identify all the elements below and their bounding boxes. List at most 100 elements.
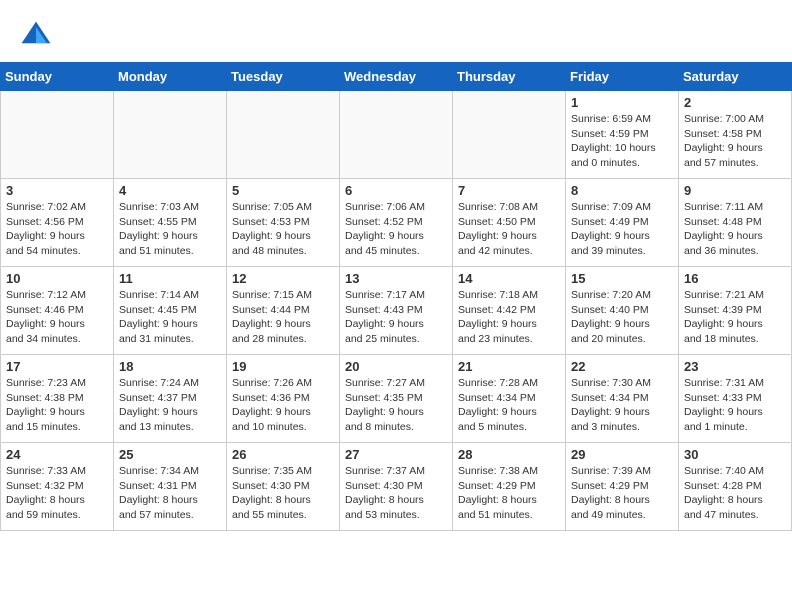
day-number: 26 [232,447,334,462]
day-cell: 10 Sunrise: 7:12 AMSunset: 4:46 PMDayligh… [1,267,114,355]
day-cell: 1 Sunrise: 6:59 AMSunset: 4:59 PMDaylight… [566,91,679,179]
week-row-0: 1 Sunrise: 6:59 AMSunset: 4:59 PMDaylight… [1,91,792,179]
day-number: 28 [458,447,560,462]
page: SundayMondayTuesdayWednesdayThursdayFrid… [0,0,792,531]
day-cell: 17Sunrise: 7:23 AMSunset: 4:38 PMDayligh… [1,355,114,443]
weekday-header-tuesday: Tuesday [227,63,340,91]
logo [18,18,58,54]
day-info: Sunrise: 7:28 AMSunset: 4:34 PMDaylight:… [458,376,560,435]
day-info: Sunrise: 7:35 AMSunset: 4:30 PMDaylight:… [232,464,334,523]
day-number: 4 [119,183,221,198]
day-info: Sunrise: 7:15 AMSunset: 4:44 PMDaylight:… [232,288,334,347]
day-info: Sunrise: 7:14 AMSunset: 4:45 PMDaylight:… [119,288,221,347]
day-number: 6 [345,183,447,198]
day-info: Sunrise: 7:18 AMSunset: 4:42 PMDaylight:… [458,288,560,347]
calendar: SundayMondayTuesdayWednesdayThursdayFrid… [0,62,792,531]
day-info: Sunrise: 7:03 AMSunset: 4:55 PMDaylight:… [119,200,221,259]
day-number: 29 [571,447,673,462]
day-info: Sunrise: 6:59 AMSunset: 4:59 PMDaylight:… [571,112,673,171]
day-number: 22 [571,359,673,374]
day-number: 8 [571,183,673,198]
day-info: Sunrise: 7:26 AMSunset: 4:36 PMDaylight:… [232,376,334,435]
day-cell: 5Sunrise: 7:05 AMSunset: 4:53 PMDaylight… [227,179,340,267]
day-number: 7 [458,183,560,198]
day-info: Sunrise: 7:09 AMSunset: 4:49 PMDaylight:… [571,200,673,259]
day-number: 21 [458,359,560,374]
day-cell [340,91,453,179]
weekday-header-thursday: Thursday [453,63,566,91]
day-cell: 9 Sunrise: 7:11 AMSunset: 4:48 PMDaylight… [679,179,792,267]
day-info: Sunrise: 7:38 AMSunset: 4:29 PMDaylight:… [458,464,560,523]
day-cell: 23 Sunrise: 7:31 AMSunset: 4:33 PMDayligh… [679,355,792,443]
day-cell: 13 Sunrise: 7:17 AMSunset: 4:43 PMDayligh… [340,267,453,355]
day-info: Sunrise: 7:21 AMSunset: 4:39 PMDaylight:… [684,288,786,347]
day-info: Sunrise: 7:17 AMSunset: 4:43 PMDaylight:… [345,288,447,347]
day-info: Sunrise: 7:12 AMSunset: 4:46 PMDaylight:… [6,288,108,347]
day-number: 30 [684,447,786,462]
day-number: 27 [345,447,447,462]
day-cell: 11 Sunrise: 7:14 AMSunset: 4:45 PMDayligh… [114,267,227,355]
day-number: 9 [684,183,786,198]
day-cell: 26 Sunrise: 7:35 AMSunset: 4:30 PMDayligh… [227,443,340,531]
day-number: 24 [6,447,108,462]
day-info: Sunrise: 7:37 AMSunset: 4:30 PMDaylight:… [345,464,447,523]
day-number: 23 [684,359,786,374]
day-info: Sunrise: 7:23 AMSunset: 4:38 PMDaylight:… [6,376,108,435]
week-row-2: 10 Sunrise: 7:12 AMSunset: 4:46 PMDayligh… [1,267,792,355]
day-number: 2 [684,95,786,110]
day-number: 12 [232,271,334,286]
day-cell: 28 Sunrise: 7:38 AMSunset: 4:29 PMDayligh… [453,443,566,531]
day-cell: 2 Sunrise: 7:00 AMSunset: 4:58 PMDaylight… [679,91,792,179]
day-info: Sunrise: 7:40 AMSunset: 4:28 PMDaylight:… [684,464,786,523]
logo-icon [18,18,54,54]
day-info: Sunrise: 7:30 AMSunset: 4:34 PMDaylight:… [571,376,673,435]
day-info: Sunrise: 7:31 AMSunset: 4:33 PMDaylight:… [684,376,786,435]
week-row-1: 3 Sunrise: 7:02 AMSunset: 4:56 PMDaylight… [1,179,792,267]
day-cell: 22 Sunrise: 7:30 AMSunset: 4:34 PMDayligh… [566,355,679,443]
day-number: 10 [6,271,108,286]
day-info: Sunrise: 7:33 AMSunset: 4:32 PMDaylight:… [6,464,108,523]
day-cell: 3 Sunrise: 7:02 AMSunset: 4:56 PMDaylight… [1,179,114,267]
day-cell: 8 Sunrise: 7:09 AMSunset: 4:49 PMDaylight… [566,179,679,267]
day-number: 3 [6,183,108,198]
day-cell: 12 Sunrise: 7:15 AMSunset: 4:44 PMDayligh… [227,267,340,355]
day-cell: 19 Sunrise: 7:26 AMSunset: 4:36 PMDayligh… [227,355,340,443]
day-number: 20 [345,359,447,374]
day-cell: 21 Sunrise: 7:28 AMSunset: 4:34 PMDayligh… [453,355,566,443]
day-info: Sunrise: 7:02 AMSunset: 4:56 PMDaylight:… [6,200,108,259]
day-cell: 18 Sunrise: 7:24 AMSunset: 4:37 PMDayligh… [114,355,227,443]
day-cell: 29Sunrise: 7:39 AMSunset: 4:29 PMDayligh… [566,443,679,531]
day-cell [114,91,227,179]
day-cell: 30 Sunrise: 7:40 AMSunset: 4:28 PMDayligh… [679,443,792,531]
weekday-header-monday: Monday [114,63,227,91]
day-cell [453,91,566,179]
weekday-header-saturday: Saturday [679,63,792,91]
day-cell [227,91,340,179]
day-number: 13 [345,271,447,286]
weekday-header-row: SundayMondayTuesdayWednesdayThursdayFrid… [1,63,792,91]
day-info: Sunrise: 7:11 AMSunset: 4:48 PMDaylight:… [684,200,786,259]
day-number: 11 [119,271,221,286]
day-cell: 16 Sunrise: 7:21 AMSunset: 4:39 PMDayligh… [679,267,792,355]
day-number: 19 [232,359,334,374]
week-row-4: 24 Sunrise: 7:33 AMSunset: 4:32 PMDayligh… [1,443,792,531]
day-info: Sunrise: 7:05 AMSunset: 4:53 PMDaylight:… [232,200,334,259]
day-number: 25 [119,447,221,462]
weekday-header-wednesday: Wednesday [340,63,453,91]
day-number: 18 [119,359,221,374]
day-info: Sunrise: 7:27 AMSunset: 4:35 PMDaylight:… [345,376,447,435]
day-info: Sunrise: 7:20 AMSunset: 4:40 PMDaylight:… [571,288,673,347]
day-info: Sunrise: 7:00 AMSunset: 4:58 PMDaylight:… [684,112,786,171]
day-number: 15 [571,271,673,286]
day-cell: 25Sunrise: 7:34 AMSunset: 4:31 PMDayligh… [114,443,227,531]
day-cell: 15 Sunrise: 7:20 AMSunset: 4:40 PMDayligh… [566,267,679,355]
day-number: 16 [684,271,786,286]
day-info: Sunrise: 7:08 AMSunset: 4:50 PMDaylight:… [458,200,560,259]
header [0,0,792,62]
week-row-3: 17Sunrise: 7:23 AMSunset: 4:38 PMDayligh… [1,355,792,443]
day-cell: 4 Sunrise: 7:03 AMSunset: 4:55 PMDaylight… [114,179,227,267]
day-number: 1 [571,95,673,110]
day-number: 14 [458,271,560,286]
day-cell: 14 Sunrise: 7:18 AMSunset: 4:42 PMDayligh… [453,267,566,355]
day-info: Sunrise: 7:24 AMSunset: 4:37 PMDaylight:… [119,376,221,435]
